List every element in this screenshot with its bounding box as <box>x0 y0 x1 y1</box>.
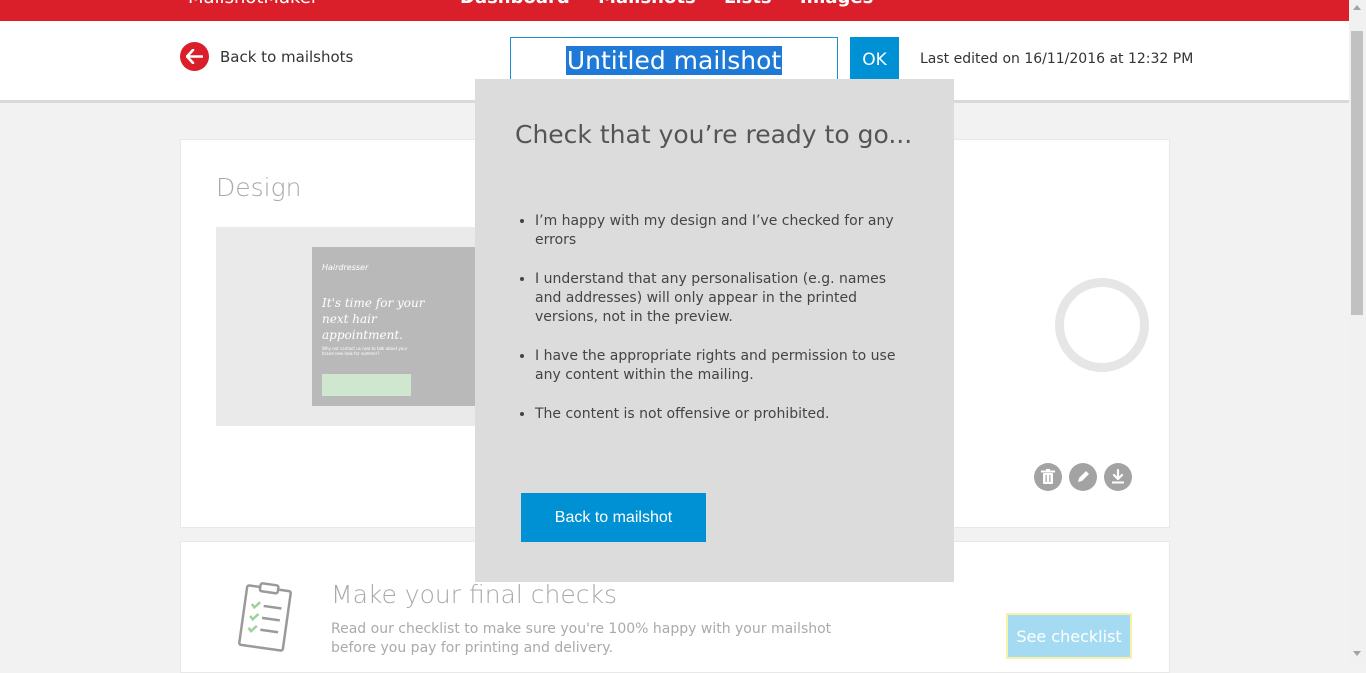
thumbnail-subtext: Why not contact us now to talk about you… <box>322 346 408 356</box>
checklist-item: I understand that any personalisation (e… <box>535 270 910 327</box>
download-icon[interactable] <box>1104 463 1132 491</box>
pencil-icon[interactable] <box>1069 463 1097 491</box>
nav-link-images[interactable]: Images <box>800 0 873 8</box>
nav-link-mailshots[interactable]: Mailshots <box>598 0 696 8</box>
nav-link-lists[interactable]: Lists <box>724 0 772 8</box>
design-heading: Design <box>216 173 302 202</box>
modal-checklist: I’m happy with my design and I’ve checke… <box>515 212 910 444</box>
trash-icon[interactable] <box>1034 463 1062 491</box>
mailshot-title-value: Untitled mailshot <box>565 46 783 75</box>
top-navigation: MailshotMaker Dashboard Mailshots Lists … <box>0 0 1349 21</box>
scroll-down-arrow-icon[interactable] <box>1353 651 1361 656</box>
last-edited-text: Last edited on 16/11/2016 at 12:32 PM <box>920 51 1194 67</box>
thumbnail-cta-box <box>322 374 411 396</box>
clipboard-checklist-icon <box>235 582 295 658</box>
back-to-mailshots-link[interactable]: Back to mailshots <box>180 42 353 71</box>
checklist-item: The content is not offensive or prohibit… <box>535 405 910 424</box>
nav-links: Dashboard Mailshots Lists Images <box>460 0 895 8</box>
checklist-item: I’m happy with my design and I’ve checke… <box>535 212 910 250</box>
scroll-up-arrow-icon[interactable] <box>1353 5 1361 10</box>
mailshot-title-input[interactable]: Untitled mailshot <box>510 37 838 83</box>
page-scrollbar[interactable] <box>1349 0 1366 662</box>
back-to-mailshot-button[interactable]: Back to mailshot <box>521 493 706 542</box>
see-checklist-button[interactable]: See checklist <box>1006 613 1132 659</box>
thumbnail-headline: It's time for your next hair appointment… <box>322 296 425 342</box>
thumbnail-brand: Hairdresser <box>322 263 369 272</box>
brand-logo-text[interactable]: MailshotMaker <box>188 0 318 8</box>
nav-link-dashboard[interactable]: Dashboard <box>460 0 570 8</box>
back-arrow-icon[interactable] <box>180 42 209 71</box>
loading-ring <box>1055 278 1149 372</box>
final-checks-heading: Make your final checks <box>331 580 617 609</box>
final-checks-description: Read our checklist to make sure you're 1… <box>331 621 832 656</box>
ok-button[interactable]: OK <box>850 37 899 83</box>
ready-to-go-modal: Check that you’re ready to go... I’m hap… <box>475 79 954 582</box>
checklist-item: I have the appropriate rights and permis… <box>535 347 910 385</box>
design-thumbnail[interactable]: Hairdresser It's time for your next hair… <box>312 247 476 406</box>
modal-title: Check that you’re ready to go... <box>515 120 913 149</box>
back-to-mailshots-label: Back to mailshots <box>220 47 354 66</box>
scrollbar-thumb[interactable] <box>1351 31 1363 315</box>
